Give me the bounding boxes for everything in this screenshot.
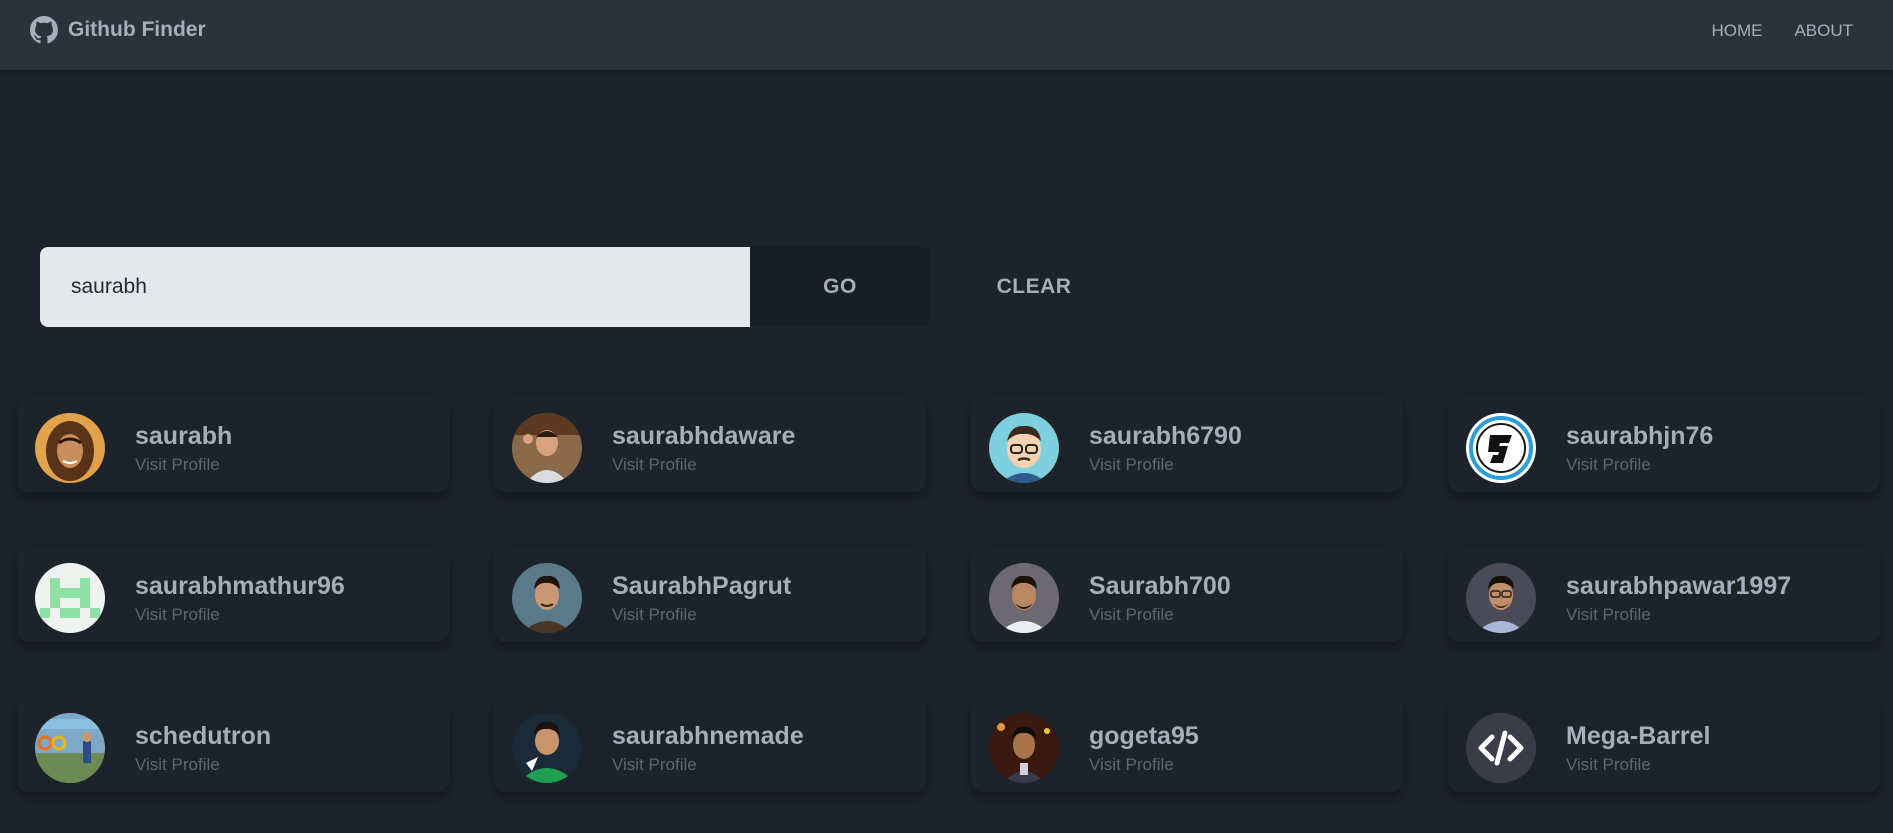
user-login: Saurabh700 <box>1089 572 1231 600</box>
visit-profile-link[interactable]: Visit Profile <box>612 755 697 775</box>
user-card[interactable]: Saurabh700 Visit Profile <box>971 546 1403 642</box>
user-avatar <box>512 413 582 483</box>
user-card[interactable]: saurabh Visit Profile <box>17 396 449 492</box>
user-login: saurabh <box>135 422 233 450</box>
visit-profile-link[interactable]: Visit Profile <box>612 605 697 625</box>
user-card[interactable]: saurabhpawar1997 Visit Profile <box>1448 546 1880 642</box>
user-card[interactable]: saurabhjn76 Visit Profile <box>1448 396 1880 492</box>
user-card[interactable]: saurabhdaware Visit Profile <box>494 396 926 492</box>
user-avatar <box>989 563 1059 633</box>
nav-home-link[interactable]: HOME <box>1711 21 1762 41</box>
nav-links: HOME ABOUT <box>1711 16 1853 46</box>
user-avatar <box>1466 713 1536 783</box>
visit-profile-link[interactable]: Visit Profile <box>1089 755 1174 775</box>
user-card[interactable]: schedutron Visit Profile <box>17 696 449 792</box>
user-card[interactable]: gogeta95 Visit Profile <box>971 696 1403 792</box>
user-login: schedutron <box>135 722 272 750</box>
user-avatar <box>35 563 105 633</box>
visit-profile-link[interactable]: Visit Profile <box>135 755 220 775</box>
nav-about-link[interactable]: ABOUT <box>1794 21 1853 41</box>
user-avatar <box>1466 563 1536 633</box>
user-card[interactable]: SaurabhPagrut Visit Profile <box>494 546 926 642</box>
user-card[interactable]: saurabh6790 Visit Profile <box>971 396 1403 492</box>
visit-profile-link[interactable]: Visit Profile <box>612 455 697 475</box>
user-login: saurabhdaware <box>612 422 796 450</box>
user-avatar <box>35 713 105 783</box>
user-login: saurabhjn76 <box>1566 422 1714 450</box>
user-avatar <box>512 563 582 633</box>
go-button[interactable]: GO <box>750 247 930 327</box>
user-login: saurabhnemade <box>612 722 804 750</box>
search-input[interactable] <box>40 247 750 327</box>
user-card[interactable]: Mega-Barrel Visit Profile <box>1448 696 1880 792</box>
clear-button[interactable]: CLEAR <box>960 247 1108 327</box>
user-avatar <box>1466 413 1536 483</box>
user-card[interactable]: saurabhmathur96 Visit Profile <box>17 546 449 642</box>
user-login: SaurabhPagrut <box>612 572 792 600</box>
user-login: saurabhmathur96 <box>135 572 345 600</box>
visit-profile-link[interactable]: Visit Profile <box>1566 455 1651 475</box>
search-form: GO <box>40 247 930 327</box>
user-login: Mega-Barrel <box>1566 722 1711 750</box>
visit-profile-link[interactable]: Visit Profile <box>1089 455 1174 475</box>
user-avatar <box>512 713 582 783</box>
visit-profile-link[interactable]: Visit Profile <box>135 455 220 475</box>
github-icon <box>30 16 58 44</box>
brand-title: Github Finder <box>68 18 206 41</box>
user-login: saurabhpawar1997 <box>1566 572 1792 600</box>
user-login: gogeta95 <box>1089 722 1199 750</box>
visit-profile-link[interactable]: Visit Profile <box>1089 605 1174 625</box>
user-grid: saurabh Visit Profile saurabhdaware Visi… <box>17 396 1880 792</box>
user-login: saurabh6790 <box>1089 422 1242 450</box>
visit-profile-link[interactable]: Visit Profile <box>1566 605 1651 625</box>
user-card[interactable]: saurabhnemade Visit Profile <box>494 696 926 792</box>
user-avatar <box>989 713 1059 783</box>
visit-profile-link[interactable]: Visit Profile <box>1566 755 1651 775</box>
visit-profile-link[interactable]: Visit Profile <box>135 605 220 625</box>
brand-link[interactable]: Github Finder <box>30 14 206 46</box>
user-avatar <box>35 413 105 483</box>
user-avatar <box>989 413 1059 483</box>
navbar: Github Finder HOME ABOUT <box>0 0 1893 70</box>
